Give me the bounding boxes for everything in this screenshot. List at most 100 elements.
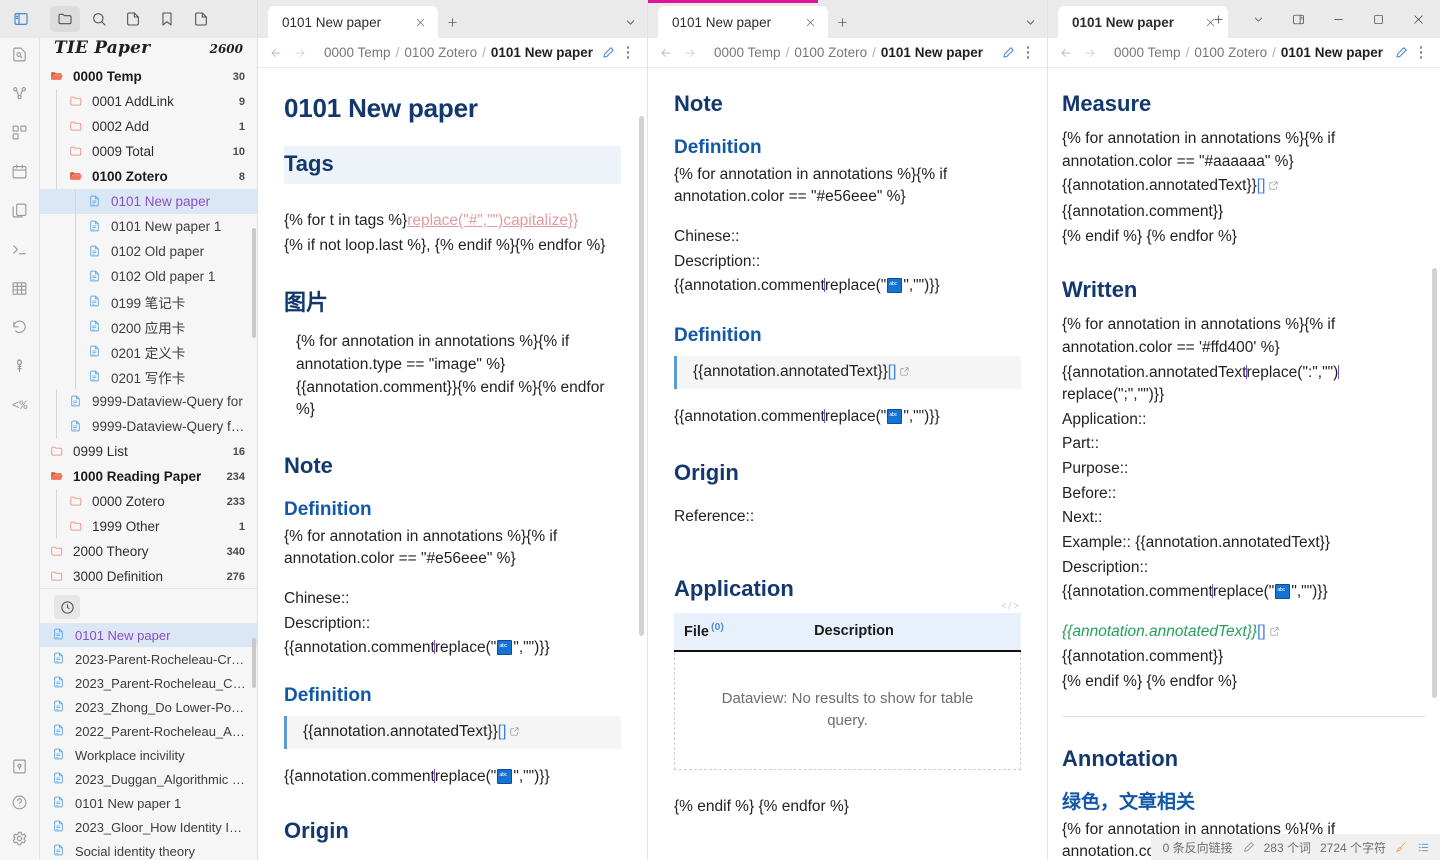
recent-file-item[interactable]: 2023_Duggan_Algorithmic sp... (40, 767, 257, 791)
breadcrumb-item-1[interactable]: 0100 Zotero (794, 45, 867, 60)
breadcrumb-item-current[interactable]: 0101 New paper (881, 45, 983, 60)
recent-file-item[interactable]: 2023_Zhong_Do Lower-Power... (40, 695, 257, 719)
graph-view-icon[interactable] (6, 79, 34, 107)
tree-file-9999-dataview-query-for[interactable]: 9999-Dataview-Query for (40, 389, 257, 414)
backlinks-count[interactable]: 0 条反向链接 (1163, 839, 1233, 856)
breadcrumb-item-0[interactable]: 0000 Temp (714, 45, 781, 60)
table-icon[interactable] (6, 274, 34, 302)
more-options-icon[interactable] (1412, 42, 1430, 64)
tree-file-0201[interactable]: 0201 写作卡 (40, 364, 257, 389)
recent-files-icon[interactable] (54, 595, 80, 620)
close-icon[interactable] (411, 13, 429, 31)
tab-list-chevron-down-icon[interactable] (1013, 6, 1047, 38)
tree-file-0101-new-paper[interactable]: 0101 New paper (40, 189, 257, 214)
edit-mode-icon[interactable] (1390, 42, 1412, 64)
tree-folder-0009-total[interactable]: 0009 Total 10 (40, 139, 257, 164)
new-tab-icon[interactable] (828, 6, 856, 38)
tree-folder-0000-temp[interactable]: 0000 Temp 30 (40, 64, 257, 89)
close-icon[interactable] (801, 13, 819, 31)
recent-list-scrollbar[interactable] (252, 638, 256, 688)
sidebar-scrollbar[interactable] (252, 228, 256, 338)
breadcrumb-item-0[interactable]: 0000 Temp (1114, 45, 1181, 60)
help-icon[interactable] (6, 788, 34, 816)
external-link-icon[interactable] (1268, 176, 1279, 199)
quote-link-brackets[interactable]: [] (888, 363, 897, 380)
back-icon[interactable] (654, 41, 678, 65)
tree-folder-0100-zotero[interactable]: 0100 Zotero 8 (40, 164, 257, 189)
external-link-icon[interactable] (1269, 622, 1280, 645)
link-brackets[interactable]: [] (1257, 177, 1266, 194)
outline-list-icon[interactable] (1417, 841, 1430, 854)
tree-file-0102-old-paper[interactable]: 0102 Old paper (40, 239, 257, 264)
pencil-icon[interactable] (1242, 841, 1255, 854)
tab-0101-new-paper[interactable]: 0101 New paper (268, 6, 438, 38)
forward-icon[interactable] (1078, 41, 1102, 65)
tab-0101-new-paper[interactable]: 0101 New paper (658, 6, 828, 38)
bookmark-icon[interactable] (152, 6, 182, 32)
tree-folder-0999-list[interactable]: 0999 List 16 (40, 439, 257, 464)
external-link-icon[interactable] (509, 722, 520, 745)
vault-switcher-icon[interactable] (6, 752, 34, 780)
search-icon[interactable] (84, 6, 114, 32)
tree-file-0199[interactable]: 0199 笔记卡 (40, 289, 257, 314)
tree-file-0200[interactable]: 0200 应用卡 (40, 314, 257, 339)
column-header-description[interactable]: Description (804, 612, 1021, 652)
note-content-1[interactable]: 0101 New paper Tags {% for t in tags %}r… (258, 68, 647, 860)
tree-file-0101-new-paper-1[interactable]: 0101 New paper 1 (40, 214, 257, 239)
note-scrollbar-3[interactable] (1432, 268, 1437, 698)
word-count[interactable]: 283 个词 (1264, 839, 1311, 856)
recent-file-item[interactable]: Workplace incivility (40, 743, 257, 767)
back-icon[interactable] (1054, 41, 1078, 65)
breadcrumb-item-current[interactable]: 0101 New paper (491, 45, 593, 60)
recent-file-item[interactable]: 0101 New paper 1 (40, 791, 257, 815)
brush-icon[interactable] (1395, 841, 1408, 854)
back-icon[interactable] (264, 41, 288, 65)
breadcrumb-item-current[interactable]: 0101 New paper (1281, 45, 1383, 60)
file-search-icon[interactable] (6, 40, 34, 68)
edit-mode-icon[interactable] (597, 42, 619, 64)
recent-file-item[interactable]: 2022_Parent-Rocheleau_Algori... (40, 719, 257, 743)
code-block-icon[interactable]: </> (1001, 601, 1019, 616)
chevron-down-icon[interactable] (1238, 3, 1278, 35)
close-icon[interactable] (1398, 3, 1438, 35)
column-header-file[interactable]: File (0) (674, 612, 805, 652)
settings-icon[interactable] (6, 824, 34, 852)
tree-folder-0000-zotero[interactable]: 0000 Zotero 233 (40, 489, 257, 514)
minimize-icon[interactable] (1318, 3, 1358, 35)
toggle-left-sidebar-icon[interactable] (6, 6, 36, 32)
tree-folder-0002-add[interactable]: 0002 Add 1 (40, 114, 257, 139)
recent-file-item[interactable]: 2023_Parent-Rocheleau_Creati... (40, 671, 257, 695)
note-scrollbar-1[interactable] (639, 116, 644, 636)
quote-link-brackets[interactable]: [] (498, 723, 507, 740)
forward-icon[interactable] (678, 41, 702, 65)
tree-file-0201[interactable]: 0201 定义卡 (40, 339, 257, 364)
breadcrumb-item-0[interactable]: 0000 Temp (324, 45, 391, 60)
templater-icon[interactable]: <% (6, 391, 34, 419)
recent-file-item[interactable]: 0101 New paper (40, 623, 257, 648)
toggle-right-sidebar-icon[interactable] (1278, 3, 1318, 35)
tree-folder-2000-theory[interactable]: 2000 Theory 340 (40, 539, 257, 564)
recent-file-item[interactable]: 2023_Gloor_How Identity Imp... (40, 815, 257, 839)
recent-file-item[interactable]: Social identity theory (40, 839, 257, 860)
tree-folder-1000-reading-paper[interactable]: 1000 Reading Paper 234 (40, 464, 257, 489)
breadcrumb-item-1[interactable]: 0100 Zotero (1194, 45, 1267, 60)
tree-folder-3000-definition[interactable]: 3000 Definition 276 (40, 564, 257, 584)
external-link-icon[interactable] (899, 362, 910, 385)
edit-mode-icon[interactable] (997, 42, 1019, 64)
breadcrumb-item-1[interactable]: 0100 Zotero (404, 45, 477, 60)
tree-folder-0001-addlink[interactable]: 0001 AddLink 9 (40, 89, 257, 114)
folder-icon[interactable] (50, 6, 80, 32)
character-count[interactable]: 2724 个字符 (1320, 839, 1386, 856)
file-icon[interactable] (118, 6, 148, 32)
terminal-icon[interactable] (6, 235, 34, 263)
page-icon[interactable] (186, 6, 216, 32)
note-content-3[interactable]: Measure {% for annotation in annotations… (1048, 68, 1440, 860)
more-options-icon[interactable] (1019, 42, 1037, 64)
new-tab-icon[interactable] (438, 6, 466, 38)
tree-file-9999-dataview-query-for-t[interactable]: 9999-Dataview-Query for T... (40, 414, 257, 439)
copy-files-icon[interactable] (6, 196, 34, 224)
link-brackets[interactable]: [] (1257, 623, 1266, 640)
recent-file-item[interactable]: 2023-Parent-Rocheleau-Creati... (40, 647, 257, 671)
maximize-icon[interactable] (1358, 3, 1398, 35)
paperclip-icon[interactable] (6, 352, 34, 380)
